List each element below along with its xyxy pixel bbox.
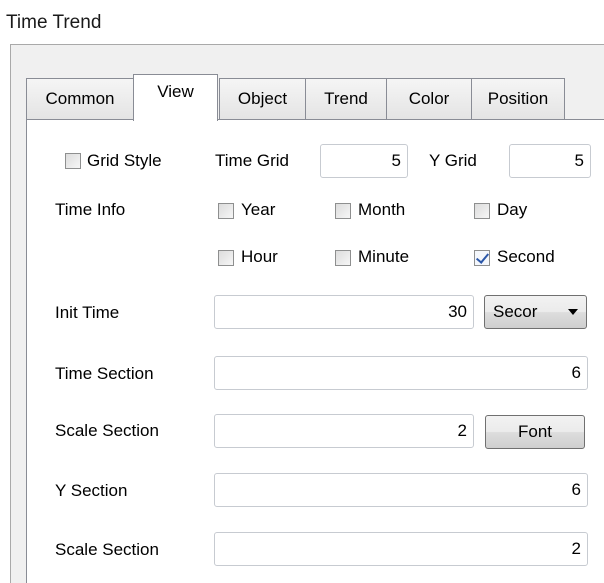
tab-object[interactable]: Object — [219, 78, 306, 119]
day-label: Day — [497, 200, 528, 219]
init-time-unit-select[interactable]: Secor — [484, 295, 587, 329]
font-button[interactable]: Font — [485, 415, 585, 449]
scale-section-2-input[interactable]: 2 — [214, 532, 588, 566]
window-title: Time Trend — [6, 12, 102, 33]
hour-checkbox[interactable] — [218, 250, 234, 266]
scale-section-input[interactable]: 2 — [214, 414, 474, 448]
init-time-unit-value: Secor — [493, 302, 538, 321]
tab-trend[interactable]: Trend — [305, 78, 387, 119]
year-checkbox[interactable] — [218, 203, 234, 219]
time-grid-label: Time Grid — [215, 151, 289, 170]
year-label: Year — [241, 200, 276, 219]
hour-label: Hour — [241, 247, 278, 266]
init-time-label: Init Time — [55, 303, 120, 322]
time-info-label: Time Info — [55, 200, 126, 219]
init-time-input[interactable]: 30 — [214, 295, 474, 329]
minute-checkbox[interactable] — [335, 250, 351, 266]
tab-color[interactable]: Color — [386, 78, 472, 119]
time-section-label: Time Section — [55, 364, 154, 383]
tab-strip: Common View Object Trend Color Position — [26, 74, 604, 121]
tab-common[interactable]: Common — [26, 78, 134, 119]
month-checkbox[interactable] — [335, 203, 351, 219]
minute-label: Minute — [358, 247, 410, 266]
scale-section-label: Scale Section — [55, 421, 159, 440]
scale-section-2-label: Scale Section — [55, 540, 159, 559]
month-label: Month — [358, 200, 406, 219]
time-section-input[interactable]: 6 — [214, 356, 588, 390]
time-grid-input[interactable]: 5 — [320, 144, 408, 178]
second-label: Second — [497, 247, 555, 266]
grid-style-checkbox[interactable] — [65, 153, 81, 169]
chevron-down-icon — [568, 309, 578, 315]
y-grid-input[interactable]: 5 — [509, 144, 591, 178]
y-section-input[interactable]: 6 — [214, 473, 588, 507]
view-panel: Grid Style Time Grid 5 Y Grid 5 Time Inf… — [26, 119, 604, 583]
tab-view[interactable]: View — [133, 74, 218, 121]
tab-position[interactable]: Position — [471, 78, 565, 119]
second-checkbox[interactable] — [474, 250, 490, 266]
y-grid-label: Y Grid — [429, 151, 477, 170]
y-section-label: Y Section — [55, 481, 128, 500]
day-checkbox[interactable] — [474, 203, 490, 219]
grid-style-label: Grid Style — [87, 151, 162, 170]
